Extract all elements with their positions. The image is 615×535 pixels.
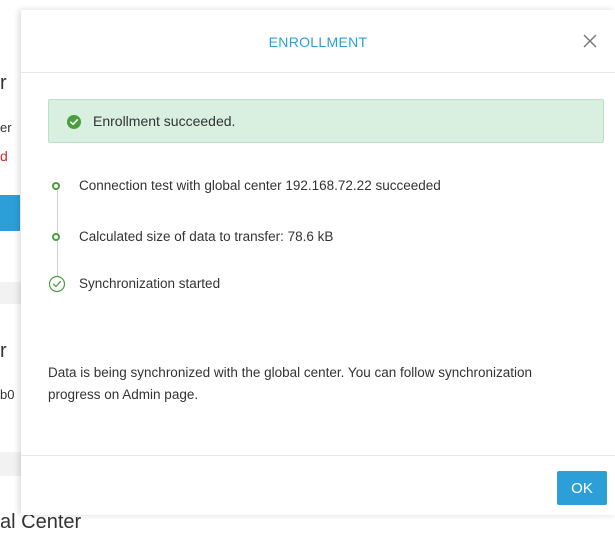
alert-text: Enrollment succeeded. [93, 113, 236, 129]
background-text-fragment: er [0, 120, 12, 135]
modal-header: ENROLLMENT [21, 10, 615, 73]
sync-info-text: Data is being synchronized with the glob… [48, 365, 533, 402]
step-complete-dot-icon [52, 182, 60, 190]
step-text: Calculated size of data to transfer: 78.… [79, 229, 334, 244]
ok-button[interactable]: OK [557, 471, 607, 505]
step-synchronization: Synchronization started [48, 273, 604, 297]
background-heading-fragment-2: r [0, 340, 7, 362]
modal-footer: OK [21, 455, 615, 516]
close-button[interactable] [579, 30, 601, 52]
enrollment-steps: Connection test with global center 192.1… [48, 170, 604, 310]
check-circle-outline-icon [48, 275, 66, 293]
step-text: Synchronization started [79, 276, 221, 291]
background-blue-button[interactable] [0, 195, 20, 231]
step-data-size: Calculated size of data to transfer: 78.… [48, 226, 604, 250]
step-text: Connection test with global center 192.1… [79, 178, 441, 193]
check-circle-icon [67, 115, 81, 129]
modal-title: ENROLLMENT [268, 34, 368, 50]
background-link-fragment[interactable]: d [0, 148, 8, 164]
success-alert: Enrollment succeeded. [48, 99, 604, 143]
step-connection-test: Connection test with global center 192.1… [48, 175, 604, 199]
step-complete-dot-icon [52, 233, 60, 241]
background-heading-fragment: r [0, 72, 7, 94]
background-text-fragment-2: b0 [0, 387, 15, 402]
close-icon [583, 34, 597, 48]
enrollment-modal: ENROLLMENT Enrollment succeeded. Connect… [21, 10, 615, 515]
